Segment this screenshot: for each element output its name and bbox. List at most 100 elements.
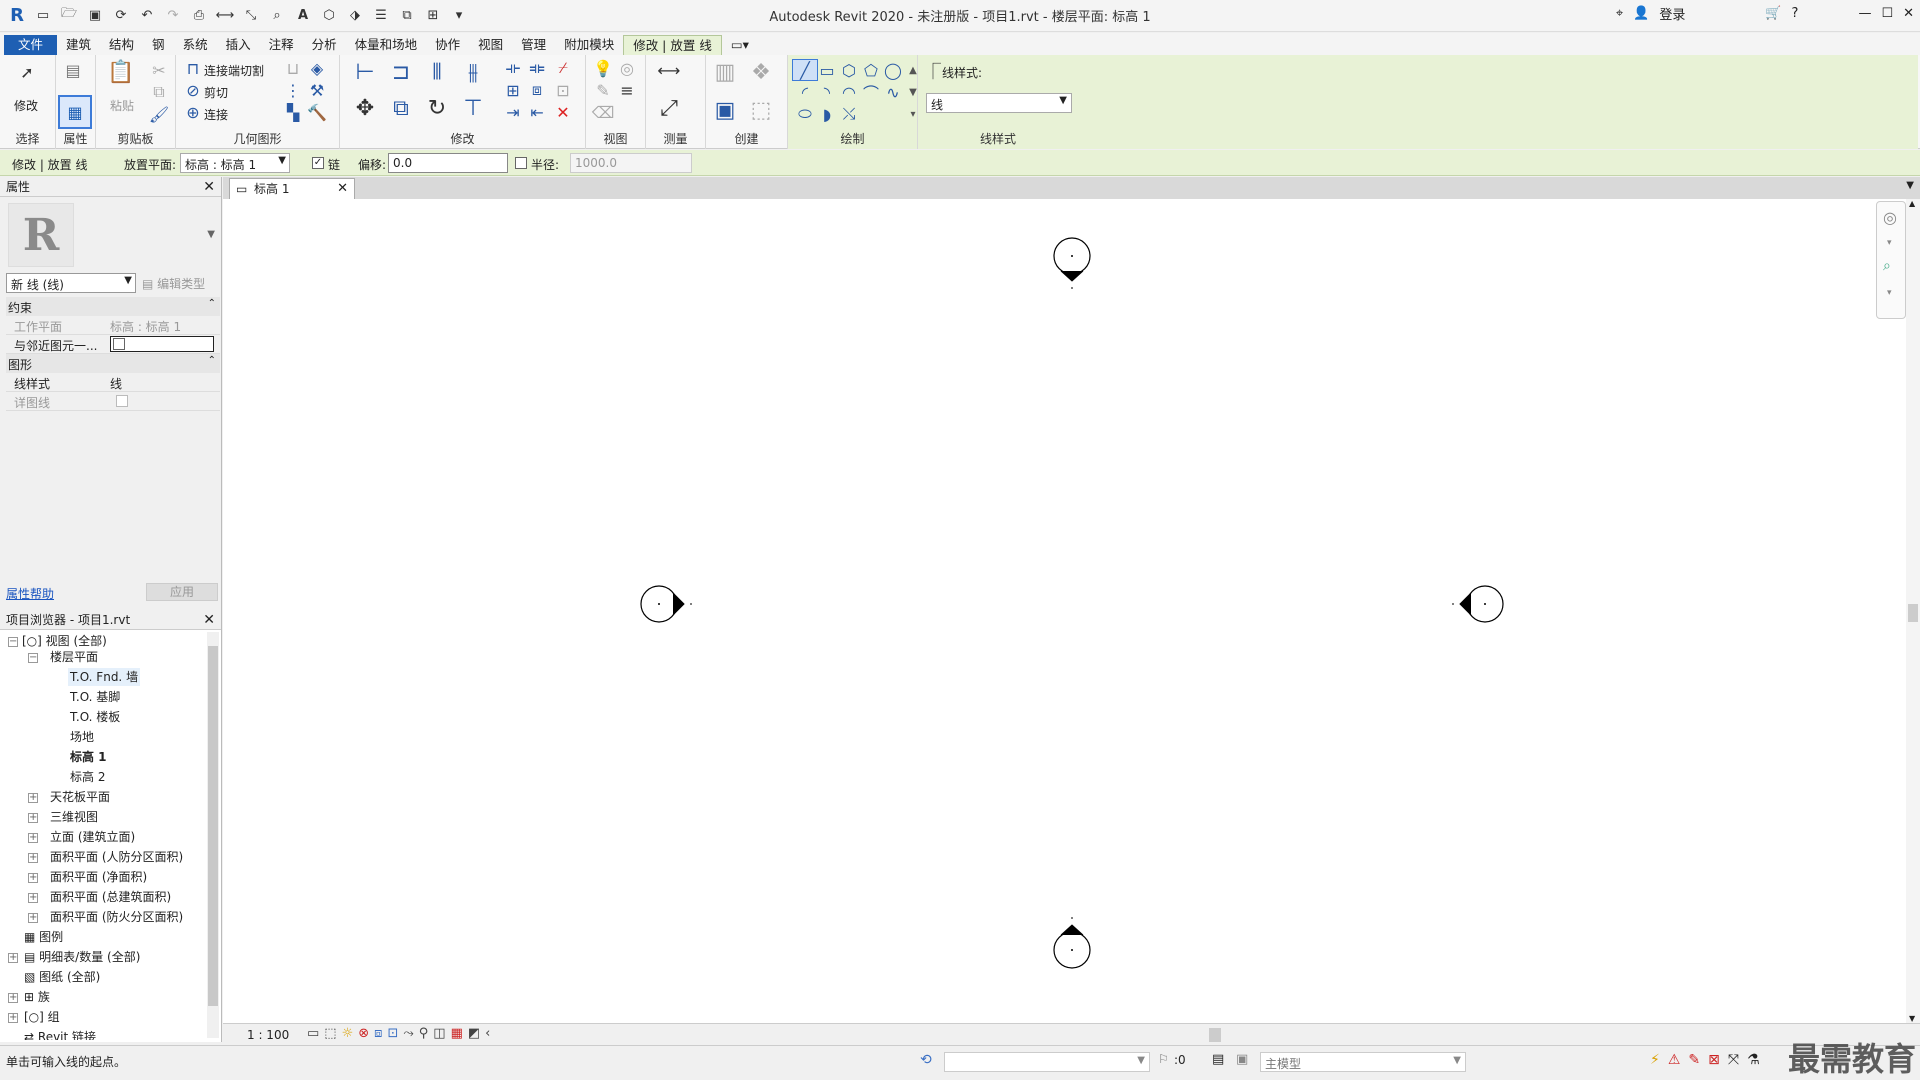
hammer-icon[interactable]: 🔨 xyxy=(304,101,330,123)
tree-item-legends[interactable]: ▦ 图例 xyxy=(24,928,63,946)
scale-icon[interactable]: ⧈ xyxy=(524,79,550,101)
elevation-marker-south[interactable] xyxy=(1053,917,1091,969)
tab-extra-icon[interactable]: ▭▾ xyxy=(722,35,758,55)
switch-windows-icon[interactable]: ⊞ xyxy=(422,4,444,26)
tree-item-level-1[interactable]: 标高 1 xyxy=(70,748,107,766)
override-icon[interactable]: ✎ xyxy=(590,79,616,101)
hscroll-thumb[interactable] xyxy=(1209,1028,1221,1042)
close-button[interactable]: ✕ xyxy=(1903,6,1914,21)
select-pinned-icon[interactable]: ✎ xyxy=(1688,1052,1708,1068)
crop-view-icon[interactable]: ⊡ xyxy=(387,1026,403,1041)
signin-link[interactable]: 登录 xyxy=(1659,4,1685,23)
prop-linestyle[interactable]: 线样式 线 xyxy=(6,373,220,392)
select-by-face-icon[interactable]: ⊠ xyxy=(1708,1052,1728,1068)
browser-scrollbar[interactable] xyxy=(207,632,219,1038)
tree-item-groups[interactable]: [○] 组 xyxy=(24,1008,60,1026)
drawing-area[interactable] xyxy=(223,199,1920,1023)
split-gap-icon[interactable]: ⟚ xyxy=(524,57,550,79)
tab-modify-place-line[interactable]: 修改 | 放置 线 xyxy=(623,35,722,55)
array-icon[interactable]: ⊞ xyxy=(500,79,526,101)
measure-icon[interactable]: ⟷ xyxy=(214,4,236,26)
pin-icon[interactable]: ⊡ xyxy=(550,79,576,101)
chevron-down-icon[interactable]: ▾ xyxy=(1887,238,1892,248)
tab-manage[interactable]: 管理 xyxy=(512,35,555,55)
view-control-icons[interactable]: ▭⬚☼⊗⧈⊡⤳⚲◫▦◩‹ xyxy=(307,1026,495,1041)
eraser-icon[interactable]: ⌫ xyxy=(590,101,616,123)
print-icon[interactable]: ⎙ xyxy=(188,4,210,26)
tab-steel[interactable]: 钢 xyxy=(143,35,174,55)
collapse-icon[interactable]: − xyxy=(28,653,38,663)
tab-level-1[interactable]: ▭ 标高 1 ✕ xyxy=(229,178,355,199)
tab-collaborate[interactable]: 协作 xyxy=(426,35,469,55)
tab-architecture[interactable]: 建筑 xyxy=(57,35,100,55)
editable-icon[interactable]: ⚐ xyxy=(1158,1052,1169,1066)
group-constraints[interactable]: 约束 ⌃ xyxy=(6,297,220,316)
tree-item-ceiling-plans[interactable]: 天花板平面 xyxy=(50,788,110,806)
maximize-button[interactable]: ☐ xyxy=(1881,6,1893,21)
tree-item-sheets[interactable]: ▧ 图纸 (全部) xyxy=(24,968,100,986)
remove-paint-icon[interactable]: ▚ xyxy=(280,101,306,123)
paste-icon[interactable]: 📋 xyxy=(107,60,134,85)
radius-checkbox[interactable] xyxy=(515,157,527,169)
offset-icon[interactable]: ⊐ xyxy=(388,60,414,85)
close-hidden-icon[interactable]: ⧉ xyxy=(396,4,418,26)
show-crop-icon[interactable]: ⤳ xyxy=(403,1026,418,1041)
type-selector-chevron-icon[interactable]: ▼ xyxy=(207,229,215,240)
elevation-marker-west[interactable] xyxy=(640,585,692,623)
join-label[interactable]: 连接 xyxy=(204,106,228,123)
linestyle-dropdown[interactable]: 线 ▼ xyxy=(926,93,1072,113)
tab-view[interactable]: 视图 xyxy=(469,35,512,55)
align-icon[interactable]: ⊢ xyxy=(352,60,378,85)
split-icon[interactable]: ⟛ xyxy=(500,57,526,79)
tab-annotate[interactable]: 注释 xyxy=(260,35,303,55)
match-properties-icon[interactable]: 🖌 xyxy=(146,103,172,125)
select-panel-label[interactable]: 选择 xyxy=(0,130,55,147)
undo-icon[interactable]: ↶ xyxy=(136,4,158,26)
visual-style-icon[interactable]: ⬚ xyxy=(324,1026,341,1041)
binoculars-icon[interactable]: ⌖ xyxy=(1616,6,1623,21)
unpin-icon[interactable]: ⌿ xyxy=(550,57,576,79)
folder-icon[interactable]: 🗁 xyxy=(58,4,80,26)
join-icon[interactable]: ⊕ xyxy=(180,101,206,123)
tree-item-area-gross[interactable]: 面积平面 (总建筑面积) xyxy=(50,888,171,906)
workset-dropdown[interactable]: ▼ xyxy=(944,1052,1150,1072)
tab-massing[interactable]: 体量和场地 xyxy=(346,35,427,55)
select-underlay-icon[interactable]: ⚠ xyxy=(1668,1052,1689,1068)
tree-item-site[interactable]: 场地 xyxy=(70,728,94,746)
tree-item-families[interactable]: ⊞ 族 xyxy=(24,988,50,1006)
offset-input[interactable]: 0.0 xyxy=(388,153,508,173)
temp-hide-icon[interactable]: ◫ xyxy=(433,1026,450,1041)
help-icon[interactable]: ? xyxy=(1792,6,1799,21)
reveal-hidden-icon[interactable]: ▦ xyxy=(451,1026,468,1041)
unlock-3d-icon[interactable]: ⚲ xyxy=(419,1026,434,1041)
aligned-dimension-icon[interactable]: ⤢ xyxy=(656,96,682,121)
scroll-up-icon[interactable]: ▲ xyxy=(1909,199,1915,208)
shadows-icon[interactable]: ⊗ xyxy=(358,1026,374,1041)
tree-item-to-slab[interactable]: T.O. 楼板 xyxy=(70,708,120,726)
expand-icon[interactable]: + xyxy=(28,873,38,883)
chevron-down-icon[interactable]: ▾ xyxy=(1887,288,1892,298)
pick-lines-icon[interactable]: ⤯ xyxy=(836,103,862,125)
paint-icon[interactable]: ◈ xyxy=(304,57,330,79)
trim-multi-icon[interactable]: ⇥ xyxy=(500,101,526,123)
tree-item-area-civil[interactable]: 面积平面 (人防分区面积) xyxy=(50,848,183,866)
analytical-icon[interactable]: ◩ xyxy=(468,1026,485,1041)
create-group-icon[interactable]: ▣ xyxy=(712,98,738,123)
type-properties-icon[interactable]: ▤ xyxy=(60,59,86,81)
expand-icon[interactable]: + xyxy=(28,893,38,903)
cursor-icon[interactable]: ➚ xyxy=(14,61,40,83)
expand-icon[interactable]: + xyxy=(8,1013,18,1023)
text-icon[interactable]: A xyxy=(292,4,314,26)
collapse-icon[interactable]: ⌃ xyxy=(208,355,216,366)
sync-icon[interactable]: ⟳ xyxy=(110,4,132,26)
canvas-vscrollbar[interactable]: ▲ ▼ xyxy=(1906,199,1920,1023)
tab-analyze[interactable]: 分析 xyxy=(303,35,346,55)
collapse-bar-icon[interactable]: ‹ xyxy=(485,1026,495,1041)
tab-menu-chevron-icon[interactable]: ▼ xyxy=(1906,180,1914,191)
expand-icon[interactable]: + xyxy=(28,813,38,823)
tree-item-floor-plans[interactable]: 楼层平面 xyxy=(50,648,98,666)
browser-scroll-thumb[interactable] xyxy=(208,646,218,1006)
tab-file[interactable]: 文件 xyxy=(4,35,58,55)
radius-input[interactable]: 1000.0 xyxy=(570,153,692,173)
save-icon[interactable]: ▣ xyxy=(84,4,106,26)
